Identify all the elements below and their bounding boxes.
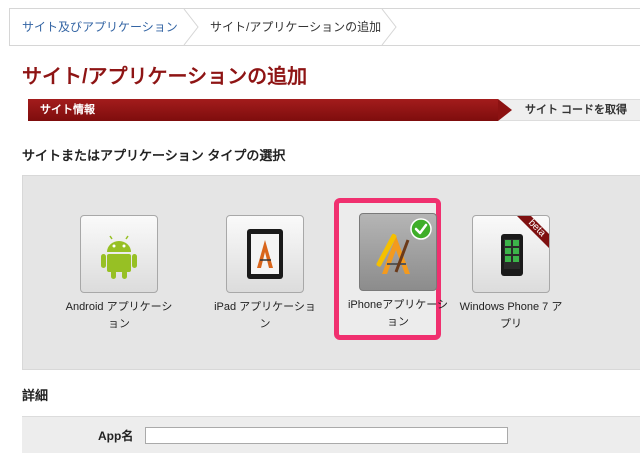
details-section-title: 詳細: [22, 388, 49, 403]
type-option-iphone[interactable]: iPhoneアプリケーション: [343, 213, 453, 331]
app-name-row: App名: [22, 416, 640, 453]
step-progress-bar: サイト情報 サイト コードを取得: [28, 99, 640, 121]
checkmark-icon: [410, 218, 432, 240]
beta-ribbon: beta: [517, 216, 549, 248]
type-option-iphone-label: iPhoneアプリケーション: [347, 299, 449, 328]
android-robot-icon: [101, 235, 137, 279]
type-option-ipad-tile[interactable]: [226, 215, 304, 293]
step-site-info: [28, 99, 498, 121]
app-name-label: App名: [98, 429, 134, 443]
breadcrumb-current: サイト/アプリケーションの追加: [210, 20, 382, 34]
type-section-title: サイトまたはアプリケーション タイプの選択: [22, 148, 286, 163]
breadcrumb: サイト及びアプリケーション サイト/アプリケーションの追加: [9, 8, 640, 46]
type-option-ipad-label: iPad アプリケーション: [214, 301, 316, 330]
step-get-site-code-label: サイト コードを取得: [525, 104, 628, 116]
breadcrumb-separator-icon: [381, 9, 397, 45]
type-option-ipad[interactable]: iPad アプリケーション: [210, 215, 320, 333]
page-title: サイト/アプリケーションの追加: [22, 66, 308, 88]
type-option-windows-phone-tile[interactable]: beta: [472, 215, 550, 293]
breadcrumb-link-sites-apps[interactable]: サイト及びアプリケーション: [22, 9, 178, 45]
step-arrow-icon: [498, 99, 512, 121]
type-option-android[interactable]: Android アプリケーション: [64, 215, 174, 333]
type-option-windows-phone-label: Windows Phone 7 アプリ: [459, 301, 563, 330]
breadcrumb-separator-icon: [183, 9, 199, 45]
ipad-app-icon: [247, 229, 283, 279]
app-name-input[interactable]: [145, 427, 508, 444]
step-site-info-label: サイト情報: [40, 104, 95, 116]
type-option-android-label: Android アプリケーション: [65, 301, 173, 330]
type-option-iphone-tile[interactable]: [359, 213, 437, 291]
type-option-android-tile[interactable]: [80, 215, 158, 293]
type-option-windows-phone[interactable]: beta Windows Phone 7 アプリ: [456, 215, 566, 333]
